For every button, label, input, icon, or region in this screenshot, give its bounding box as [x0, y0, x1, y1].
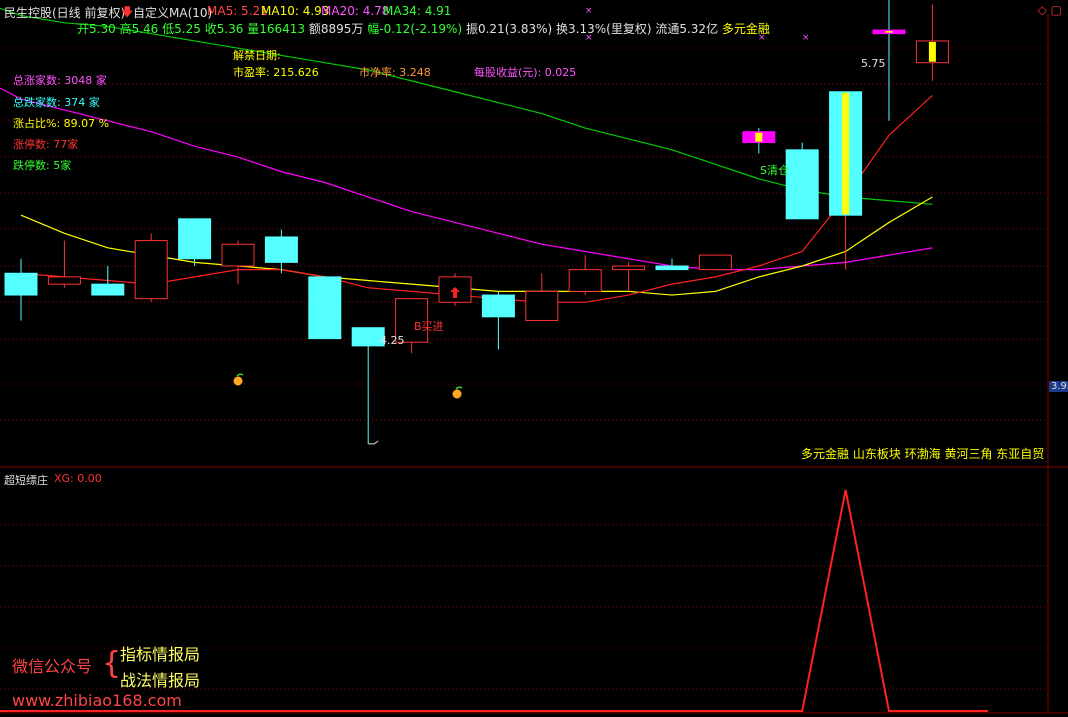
candle-body-11 — [481, 294, 515, 318]
low-price: 低5.25 — [162, 22, 201, 36]
quote-line: 开5.30 高5.46 低5.25 收5.36 量166413 额8895万 幅… — [77, 20, 770, 37]
open-price: 开5.30 — [77, 22, 116, 36]
candle-body-16 — [698, 254, 732, 271]
low-pointer — [368, 440, 379, 445]
ma34-value: MA34: 4.91 — [383, 4, 452, 18]
sub-indicator-name: 超短缥庄 — [4, 474, 48, 487]
candle-highlight-21 — [928, 41, 936, 62]
candle-body-5 — [221, 243, 255, 267]
watermark-brace: { — [102, 646, 122, 681]
peach-icon-0 — [233, 376, 243, 386]
kline-chart[interactable]: × × ×× — [0, 0, 1068, 717]
change: 幅-0.12(-2.19%) — [367, 22, 463, 36]
watermark-url: www.zhibiao168.com — [12, 691, 182, 710]
turnover: 换3.13%(里复权) — [556, 22, 652, 36]
wechat-label: 微信公众号 — [12, 657, 93, 676]
pe-ratio: 市盈率: 215.626 — [233, 66, 319, 79]
candle-body-0 — [4, 272, 38, 296]
up-ratio: 涨占比%: 89.07 % — [13, 117, 110, 130]
up-count: 总涨家数: 3048 家 — [13, 74, 107, 87]
concept-tag: 多元金融 — [721, 22, 770, 36]
high-price: 高5.46 — [119, 22, 159, 36]
limit-up-count: 涨停数: 77家 — [13, 138, 79, 151]
peach-icon-1 — [452, 389, 462, 399]
candle-body-15 — [655, 265, 689, 271]
concept-list: 多元金融 山东板块 环渤海 黄河三角 东亚自贸 — [801, 447, 1045, 461]
ma20-value: MA20: 4.78 — [321, 4, 390, 18]
candle-body-3 — [134, 240, 168, 300]
float-shares: 流通5.32亿 — [655, 22, 719, 36]
candle-body-18 — [785, 149, 819, 220]
marker-x-3: × — [802, 33, 810, 43]
window-controls[interactable]: ◇ ▢ — [1038, 3, 1062, 17]
candle-highlight-20 — [885, 31, 893, 33]
sub-indicator-value: XG: 0.00 — [54, 472, 102, 485]
marker-x-4: × — [585, 6, 593, 16]
watermark-line2: 战法情报局 — [120, 671, 201, 690]
candle-highlight-17 — [755, 132, 763, 142]
candle-body-6 — [264, 236, 298, 263]
stock-title: 民生控股(日线 前复权) — [4, 6, 126, 20]
ma5-value: MA5: 5.21 — [207, 4, 268, 18]
candle-body-14 — [612, 265, 646, 271]
candle-highlight-19 — [842, 92, 850, 215]
price-tag: 3.95 — [1049, 381, 1068, 392]
candle-body-4 — [178, 218, 212, 260]
volume: 量166413 — [247, 22, 306, 36]
high-price-label: 5.75 — [861, 57, 886, 70]
peach-leaf-icon-1 — [455, 386, 463, 390]
low-price-label: 4.25 — [380, 334, 405, 347]
limit-down-count: 跌停数: 5家 — [13, 159, 72, 172]
amplitude: 振0.21(3.83%) — [465, 22, 553, 36]
sell-signal-label: S清仓 — [760, 164, 789, 177]
candle-body-2 — [91, 283, 125, 296]
peach-leaf-icon-0 — [236, 373, 244, 377]
eps: 每股收益(元): 0.025 — [474, 66, 577, 79]
watermark-line1: 指标情报局 — [120, 645, 201, 664]
indicator-name: 自定义MA(10) — [133, 6, 213, 20]
amount: 额8895万 — [308, 22, 364, 36]
ma10-value: MA10: 4.93 — [261, 4, 330, 18]
candle-body-7 — [308, 276, 342, 340]
buy-signal-label: B买进 — [414, 320, 444, 333]
candle-body-13 — [568, 269, 602, 292]
down-count: 总跌家数: 374 家 — [13, 96, 100, 109]
unlock-date: 解禁日期: — [233, 49, 281, 62]
candle-body-12 — [525, 290, 559, 321]
candle-body-1 — [47, 276, 81, 285]
pb-ratio: 市净率: 3.248 — [359, 66, 431, 79]
close-price: 收5.36 — [204, 22, 244, 36]
